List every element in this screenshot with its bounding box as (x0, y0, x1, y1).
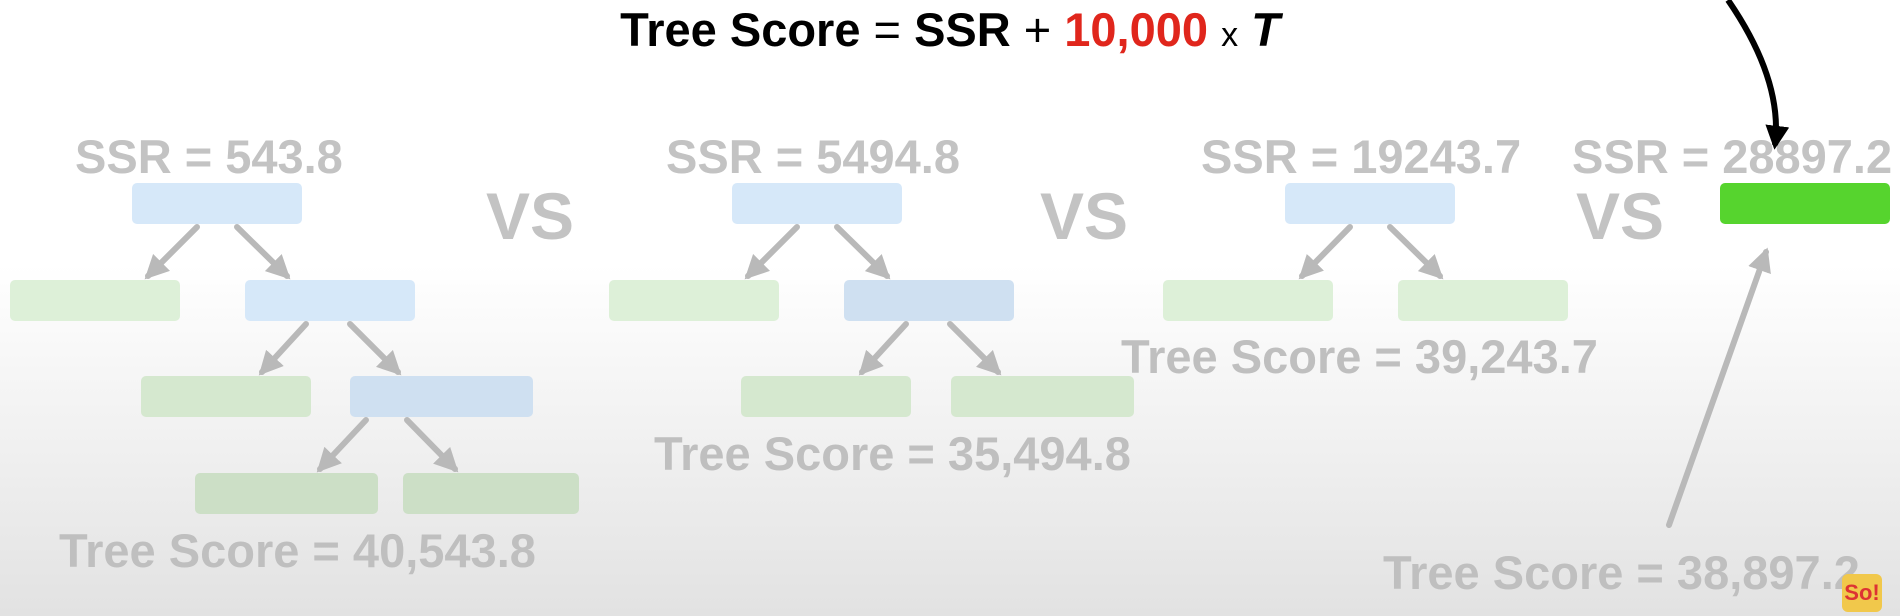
tree1-edge-3-left (316, 417, 369, 473)
tree1-edge-root-right (234, 224, 291, 280)
tree4-score-pointer (1666, 247, 1771, 528)
channel-logo: So! (1842, 574, 1882, 612)
tree-edges (144, 0, 1790, 528)
tree1-edge-3-right (404, 417, 459, 473)
black-highlight-arrow (1725, 0, 1790, 150)
tree2-edge-2-left (858, 321, 909, 376)
tree2-edge-root-left (744, 224, 800, 280)
tree1-edge-root-left (144, 224, 200, 280)
tree3-edge-root-left (1298, 224, 1353, 280)
tree2-edge-root-right (834, 224, 891, 280)
tree1-edge-2-left (258, 321, 309, 376)
tree3-edge-root-right (1387, 224, 1444, 280)
tree1-edge-2-right (347, 321, 402, 376)
tree2-edge-2-right (947, 321, 1002, 376)
